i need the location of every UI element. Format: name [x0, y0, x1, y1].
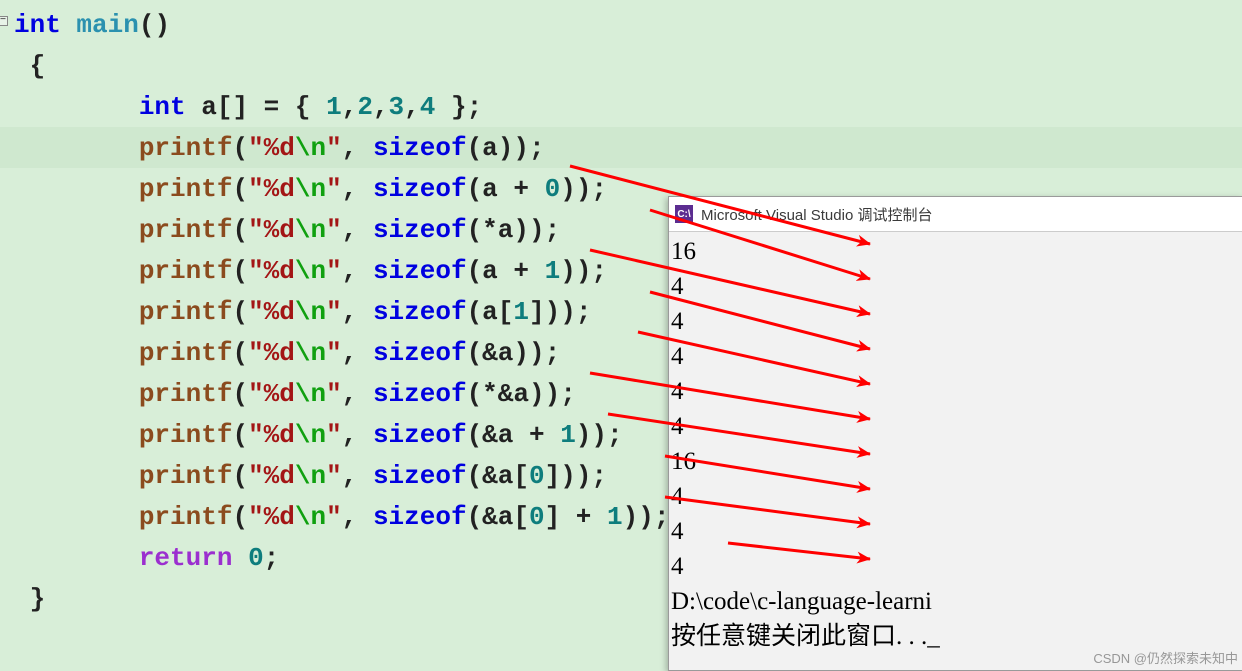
console-output: 16 [671, 444, 1242, 479]
collapse-icon[interactable]: − [0, 16, 8, 26]
console-output: 4 [671, 479, 1242, 514]
code-line: − int main() [0, 4, 1242, 45]
code-line: int a[] = { 1,2,3,4 }; [0, 86, 1242, 127]
console-titlebar[interactable]: C:\ Microsoft Visual Studio 调试控制台 [669, 197, 1242, 232]
console-title: Microsoft Visual Studio 调试控制台 [701, 204, 932, 225]
watermark: CSDN @仍然探索未知中 [1093, 648, 1238, 667]
code-line-current: printf("%d\n", sizeof(a)); [0, 127, 1242, 168]
console-output: 4 [671, 269, 1242, 304]
visual-studio-icon: C:\ [675, 205, 693, 223]
console-path: D:\code\c-language-learni [671, 584, 1242, 619]
console-output: 4 [671, 409, 1242, 444]
console-output: 4 [671, 374, 1242, 409]
console-output: 4 [671, 549, 1242, 584]
console-output: 4 [671, 339, 1242, 374]
console-output: 16 [671, 234, 1242, 269]
console-body: 16 4 4 4 4 4 16 4 4 4 D:\code\c-language… [669, 232, 1242, 654]
console-output: 4 [671, 304, 1242, 339]
console-window[interactable]: C:\ Microsoft Visual Studio 调试控制台 16 4 4… [668, 196, 1242, 671]
console-output: 4 [671, 514, 1242, 549]
code-line: { [0, 45, 1242, 86]
